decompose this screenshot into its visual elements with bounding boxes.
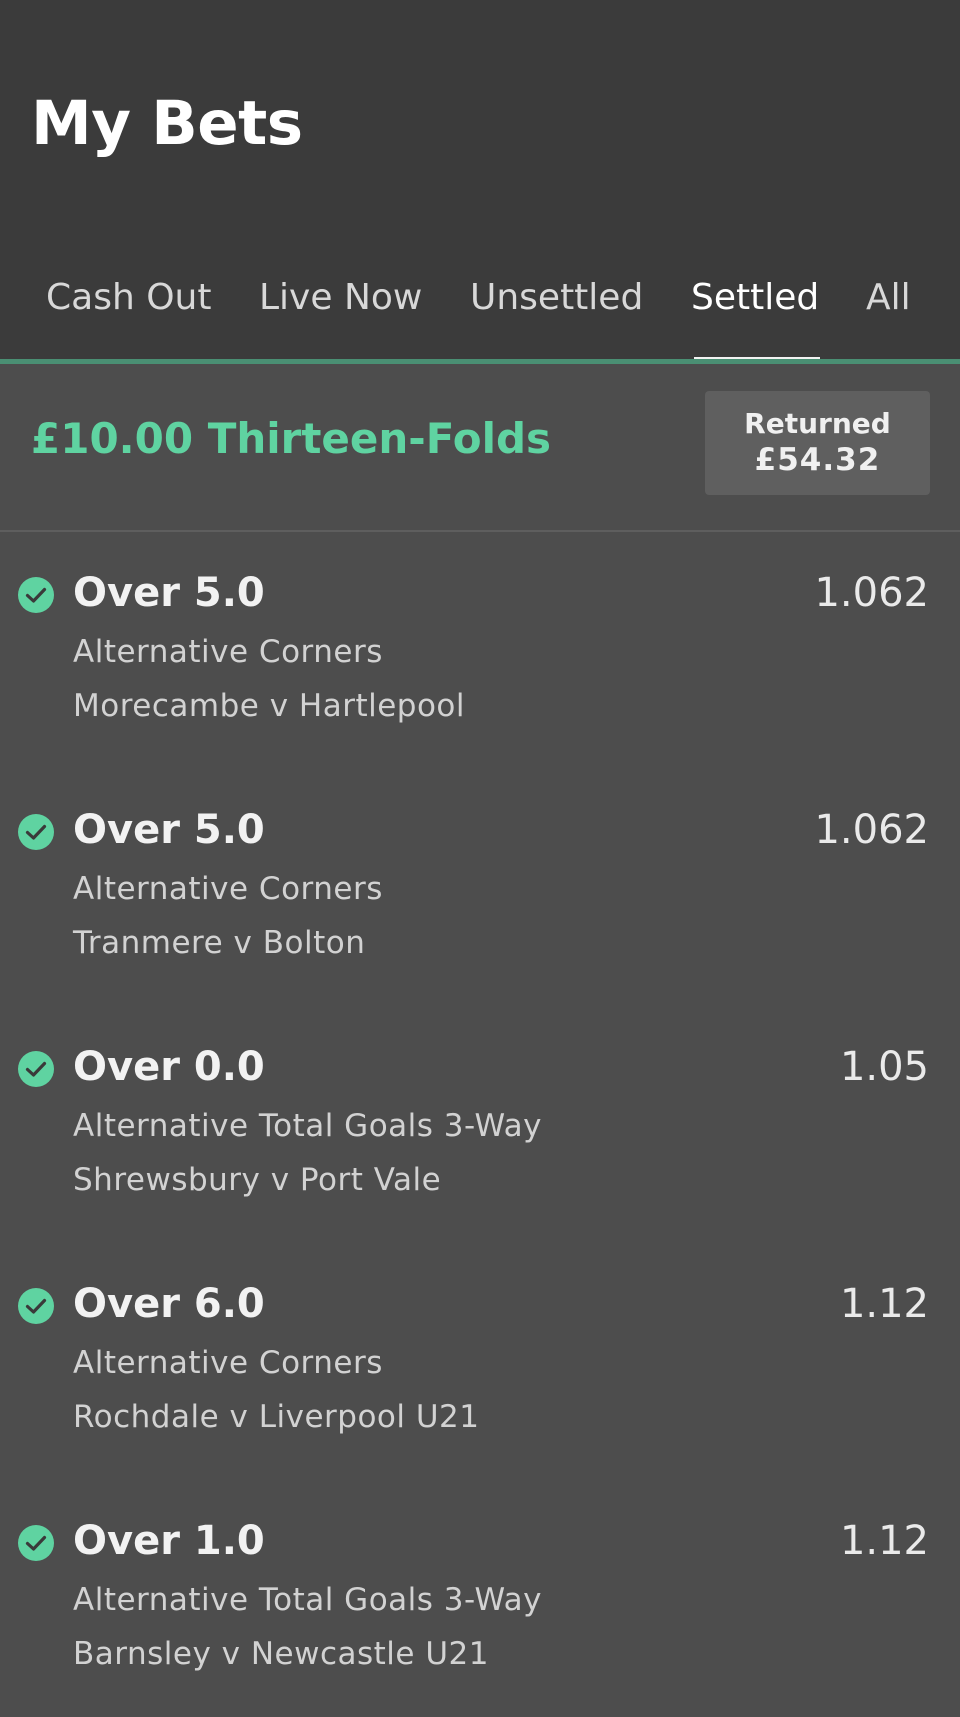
my-bets-screen: My Bets Cash Out Live Now Unsettled Sett… (0, 0, 960, 1717)
leg-odds: 1.12 (839, 1518, 929, 1564)
leg-odds: 1.05 (839, 1044, 929, 1090)
returned-amount: £54.32 (754, 442, 881, 478)
bet-legs-list: Over 5.0 1.062 Alternative Corners Morec… (0, 532, 960, 1717)
leg-odds: 1.12 (839, 1281, 929, 1327)
check-circle-icon (18, 814, 54, 850)
leg-selection: Over 5.0 (73, 570, 265, 616)
leg-selection: Over 1.0 (73, 1518, 265, 1564)
tab-all[interactable]: All (866, 276, 911, 320)
leg-event: Tranmere v Bolton (73, 925, 366, 961)
returned-label: Returned (744, 407, 891, 440)
leg-market: Alternative Total Goals 3-Way (73, 1108, 542, 1144)
leg-selection: Over 0.0 (73, 1044, 265, 1090)
leg-market: Alternative Total Goals 3-Way (73, 1582, 542, 1618)
bet-leg: Over 6.0 1.12 Alternative Corners Rochda… (0, 1243, 960, 1480)
bet-title: £10.00 Thirteen-Folds (31, 414, 552, 463)
leg-selection: Over 5.0 (73, 807, 265, 853)
leg-market: Alternative Corners (73, 634, 383, 670)
leg-market: Alternative Corners (73, 1345, 383, 1381)
bet-leg: Over 5.0 1.062 Alternative Corners Morec… (0, 532, 960, 769)
bet-summary-header[interactable]: £10.00 Thirteen-Folds Returned £54.32 (0, 361, 960, 532)
leg-event: Rochdale v Liverpool U21 (73, 1399, 480, 1435)
leg-odds: 1.062 (814, 807, 929, 853)
returned-badge: Returned £54.32 (705, 391, 930, 495)
leg-selection: Over 6.0 (73, 1281, 265, 1327)
tab-settled[interactable]: Settled (691, 276, 819, 320)
bet-leg: Over 1.0 1.12 Alternative Total Goals 3-… (0, 1480, 960, 1717)
check-circle-icon (18, 1288, 54, 1324)
tab-unsettled[interactable]: Unsettled (470, 276, 643, 320)
leg-event: Shrewsbury v Port Vale (73, 1162, 442, 1198)
bet-leg: Over 5.0 1.062 Alternative Corners Tranm… (0, 769, 960, 1006)
leg-odds: 1.062 (814, 570, 929, 616)
bet-leg: Over 0.0 1.05 Alternative Total Goals 3-… (0, 1006, 960, 1243)
leg-market: Alternative Corners (73, 871, 383, 907)
check-circle-icon (18, 577, 54, 613)
tab-live-now[interactable]: Live Now (259, 276, 422, 320)
app-header: My Bets Cash Out Live Now Unsettled Sett… (0, 0, 960, 364)
page-title: My Bets (31, 88, 303, 159)
leg-event: Barnsley v Newcastle U21 (73, 1636, 489, 1672)
check-circle-icon (18, 1051, 54, 1087)
bet-filter-tabs: Cash Out Live Now Unsettled Settled All (0, 268, 960, 363)
tab-cash-out[interactable]: Cash Out (46, 276, 211, 320)
check-circle-icon (18, 1525, 54, 1561)
leg-event: Morecambe v Hartlepool (73, 688, 466, 724)
